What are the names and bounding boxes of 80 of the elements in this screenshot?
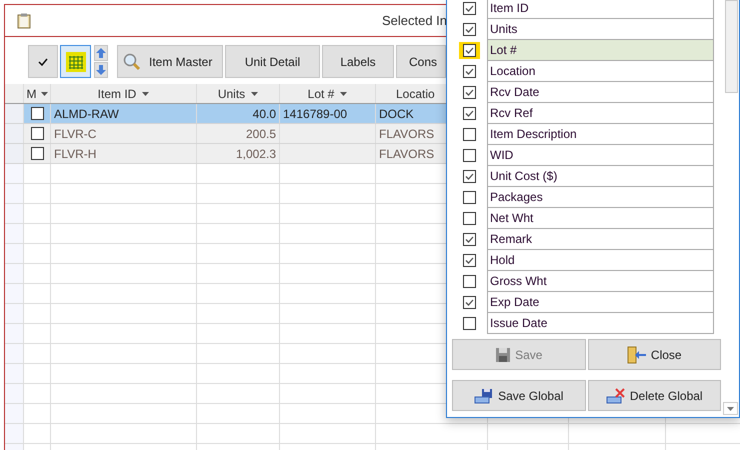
checkbox[interactable] (463, 254, 476, 267)
checkbox[interactable] (30, 127, 44, 140)
field-row[interactable]: Net Wht (487, 208, 714, 229)
clipboard-icon (17, 12, 31, 28)
field-row[interactable]: Exp Date (487, 292, 714, 313)
column-header[interactable]: M (26, 84, 36, 102)
row-header (5, 144, 24, 163)
field-row[interactable]: Gross Wht (487, 271, 714, 292)
dropdown-icon[interactable] (340, 92, 348, 96)
checkbox[interactable] (463, 107, 476, 120)
checkbox[interactable] (463, 317, 476, 330)
column-header[interactable]: Units (218, 84, 246, 102)
field-row[interactable]: Units (487, 19, 714, 40)
move-down-button[interactable] (94, 62, 108, 78)
table-cell-text: 40.0 (252, 106, 276, 122)
row-header (5, 124, 24, 143)
down-caret-icon (727, 406, 734, 410)
table-cell-text: FLVR-C (54, 126, 96, 142)
field-row[interactable]: Hold (487, 250, 714, 271)
checkbox[interactable] (463, 86, 476, 99)
grid-icon (66, 52, 86, 72)
move-up-button[interactable] (94, 45, 108, 61)
field-row[interactable]: Lot # (487, 40, 714, 61)
dialog-button[interactable]: Close (588, 339, 721, 370)
table-cell-text: DOCK (379, 106, 414, 122)
field-row[interactable]: Rcv Ref (487, 103, 714, 124)
checkbox[interactable] (463, 149, 476, 162)
field-row[interactable]: WID (487, 145, 714, 166)
dialog-button[interactable]: Delete Global (588, 380, 721, 411)
checkbox[interactable] (30, 107, 44, 120)
window-title: Selected In (382, 12, 447, 30)
checkbox[interactable] (463, 275, 476, 288)
checkbox[interactable] (463, 212, 476, 225)
column-header[interactable]: Lot # (308, 84, 334, 102)
grid-toggle-button[interactable] (60, 45, 91, 78)
checkbox[interactable] (463, 233, 476, 246)
dialog-button[interactable]: Save Global (452, 380, 586, 411)
checkbox[interactable] (463, 44, 476, 57)
table-cell-text: FLAVORS (379, 146, 434, 162)
checkbox[interactable] (463, 170, 476, 183)
door-arrow-icon (626, 346, 647, 364)
dropdown-icon[interactable] (251, 92, 258, 96)
checkmark-icon (38, 58, 48, 66)
field-row[interactable]: Item ID (487, 0, 714, 19)
toolbar-button[interactable]: Cons (396, 45, 446, 78)
field-row[interactable]: Item Description (487, 124, 714, 145)
table-cell-text: FLVR-H (54, 146, 96, 162)
field-row[interactable]: Remark (487, 229, 714, 250)
up-arrow-icon (96, 48, 106, 58)
table-cell-text: 200.5 (246, 126, 276, 142)
checkbox[interactable] (463, 2, 476, 15)
toolbar-button[interactable]: Item Master (117, 45, 223, 78)
checkbox[interactable] (463, 128, 476, 141)
dropdown-icon[interactable] (142, 92, 150, 96)
table-cell-text: 1416789-00 (283, 106, 348, 122)
field-row[interactable]: Unit Cost ($) (487, 166, 714, 187)
field-row[interactable]: Location (487, 61, 714, 82)
field-row[interactable]: Packages (487, 187, 714, 208)
field-row[interactable]: Rcv Date (487, 82, 714, 103)
checkbox[interactable] (463, 191, 476, 204)
toolbar-button[interactable]: Unit Detail (225, 45, 320, 78)
table-cell-text: FLAVORS (379, 126, 434, 142)
scroll-thumb[interactable] (725, 0, 738, 93)
check-button[interactable] (28, 45, 58, 78)
checkbox[interactable] (463, 296, 476, 309)
dropdown-icon[interactable] (40, 92, 48, 96)
down-arrow-icon (96, 65, 106, 75)
tray-delete-icon (606, 388, 626, 404)
column-header[interactable]: Locatio (396, 84, 435, 102)
toolbar-button[interactable]: Labels (322, 45, 394, 78)
table-cell-text: 1,002.3 (236, 146, 276, 162)
magnifier-icon (123, 52, 141, 70)
scroll-down-button[interactable] (723, 402, 738, 415)
column-header[interactable]: Item ID (98, 84, 136, 102)
table-cell-text: ALMD-RAW (54, 106, 119, 122)
checkbox[interactable] (30, 147, 44, 160)
checkbox[interactable] (463, 65, 476, 78)
disk-tray-icon (474, 388, 494, 404)
checkbox[interactable] (463, 23, 476, 36)
field-row[interactable]: Issue Date (487, 313, 714, 334)
